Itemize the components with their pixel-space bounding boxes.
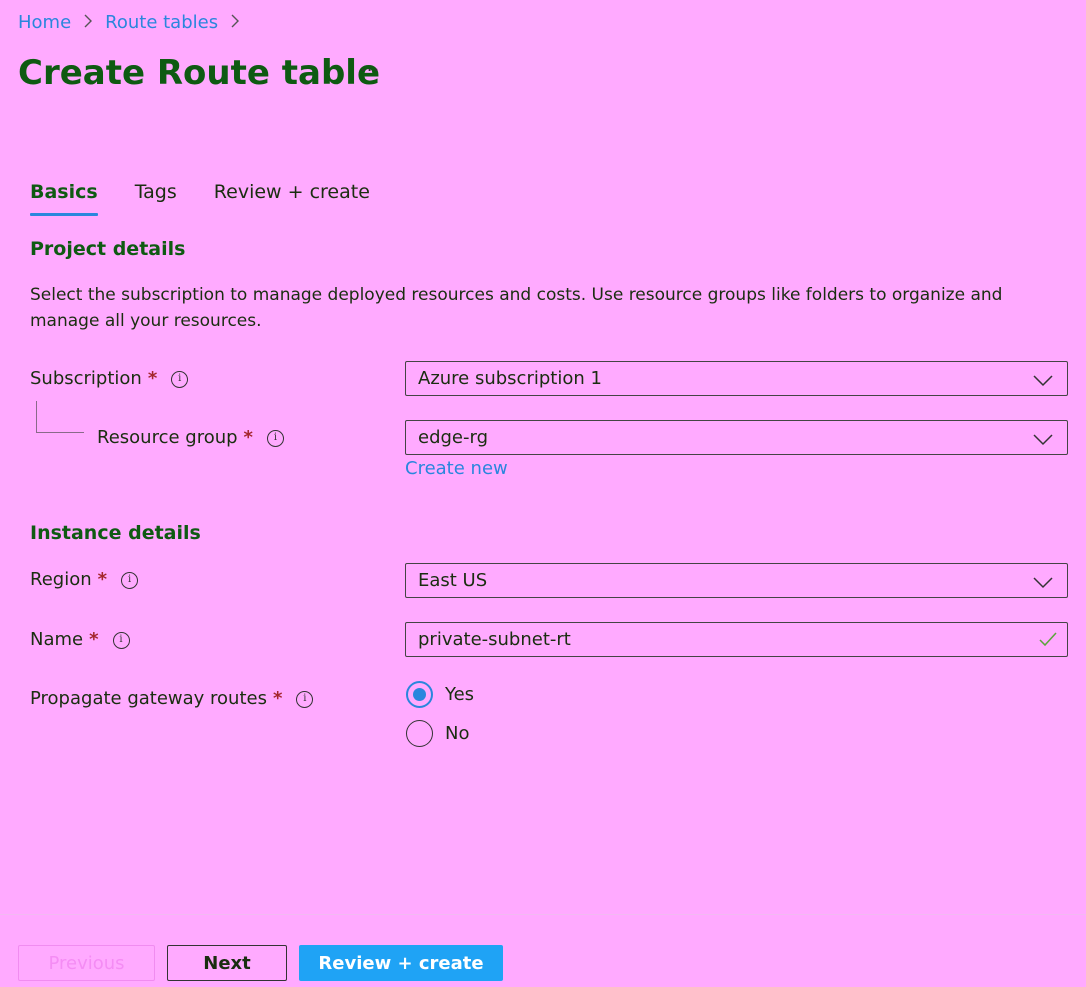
subscription-label-text: Subscription [30,368,142,389]
name-label-text: Name [30,629,84,650]
chevron-down-icon [1033,573,1053,594]
required-marker: * [272,688,283,709]
breadcrumb-route-tables[interactable]: Route tables [105,11,218,35]
propagate-label: Propagate gateway routes * i [30,687,314,711]
tab-basics[interactable]: Basics [30,178,98,216]
tree-connector [36,401,84,433]
required-marker: * [243,427,253,448]
resource-group-select[interactable]: edge-rg [405,420,1068,455]
tab-tags[interactable]: Tags [135,178,177,206]
region-value: East US [418,570,488,591]
tab-review-create[interactable]: Review + create [214,178,370,206]
chevron-down-icon [1033,430,1053,451]
region-label-text: Region [30,569,92,590]
info-icon[interactable]: i [121,571,139,589]
info-icon[interactable]: i [266,429,284,447]
project-details-heading: Project details [30,238,186,260]
project-details-description: Select the subscription to manage deploy… [30,285,1003,331]
radio-unselected-icon [406,720,433,747]
region-label: Region * i [30,568,139,592]
create-new-link[interactable]: Create new [405,458,508,479]
instance-details-heading: Instance details [30,522,201,544]
required-marker: * [97,569,108,590]
more-options-icon[interactable]: ··· [360,60,380,81]
footer-divider [0,914,1086,915]
info-icon[interactable]: i [296,690,314,708]
name-value: private-subnet-rt [418,629,571,650]
review-create-button[interactable]: Review + create [299,945,503,981]
propagate-label-text: Propagate gateway routes [30,688,267,709]
info-icon[interactable]: i [112,631,130,649]
next-button[interactable]: Next [167,945,287,981]
region-select[interactable]: East US [405,563,1068,598]
radio-yes-label: Yes [445,684,475,705]
name-label: Name * i [30,628,130,652]
tab-bar: Basics Tags Review + create [30,178,407,216]
checkmark-icon [1039,631,1057,652]
breadcrumb: Home Route tables [18,11,252,35]
required-marker: * [89,629,99,650]
chevron-right-icon [71,11,105,35]
resource-group-label: Resource group * i [97,426,284,450]
resource-group-label-text: Resource group [97,427,238,448]
info-icon[interactable]: i [171,370,189,388]
resource-group-value: edge-rg [418,427,489,448]
radio-selected-icon [406,681,433,708]
name-input[interactable]: private-subnet-rt [405,622,1068,657]
previous-button[interactable]: Previous [18,945,155,981]
subscription-select[interactable]: Azure subscription 1 [405,361,1068,396]
page-title: Create Route table [18,53,381,93]
chevron-down-icon [1033,371,1053,392]
subscription-label: Subscription * i [30,367,189,391]
radio-no[interactable]: No [406,720,469,747]
radio-no-label: No [445,723,470,744]
chevron-right-icon [218,11,252,35]
subscription-value: Azure subscription 1 [418,368,602,389]
radio-yes[interactable]: Yes [406,681,474,708]
breadcrumb-home[interactable]: Home [18,11,71,35]
required-marker: * [147,368,158,389]
